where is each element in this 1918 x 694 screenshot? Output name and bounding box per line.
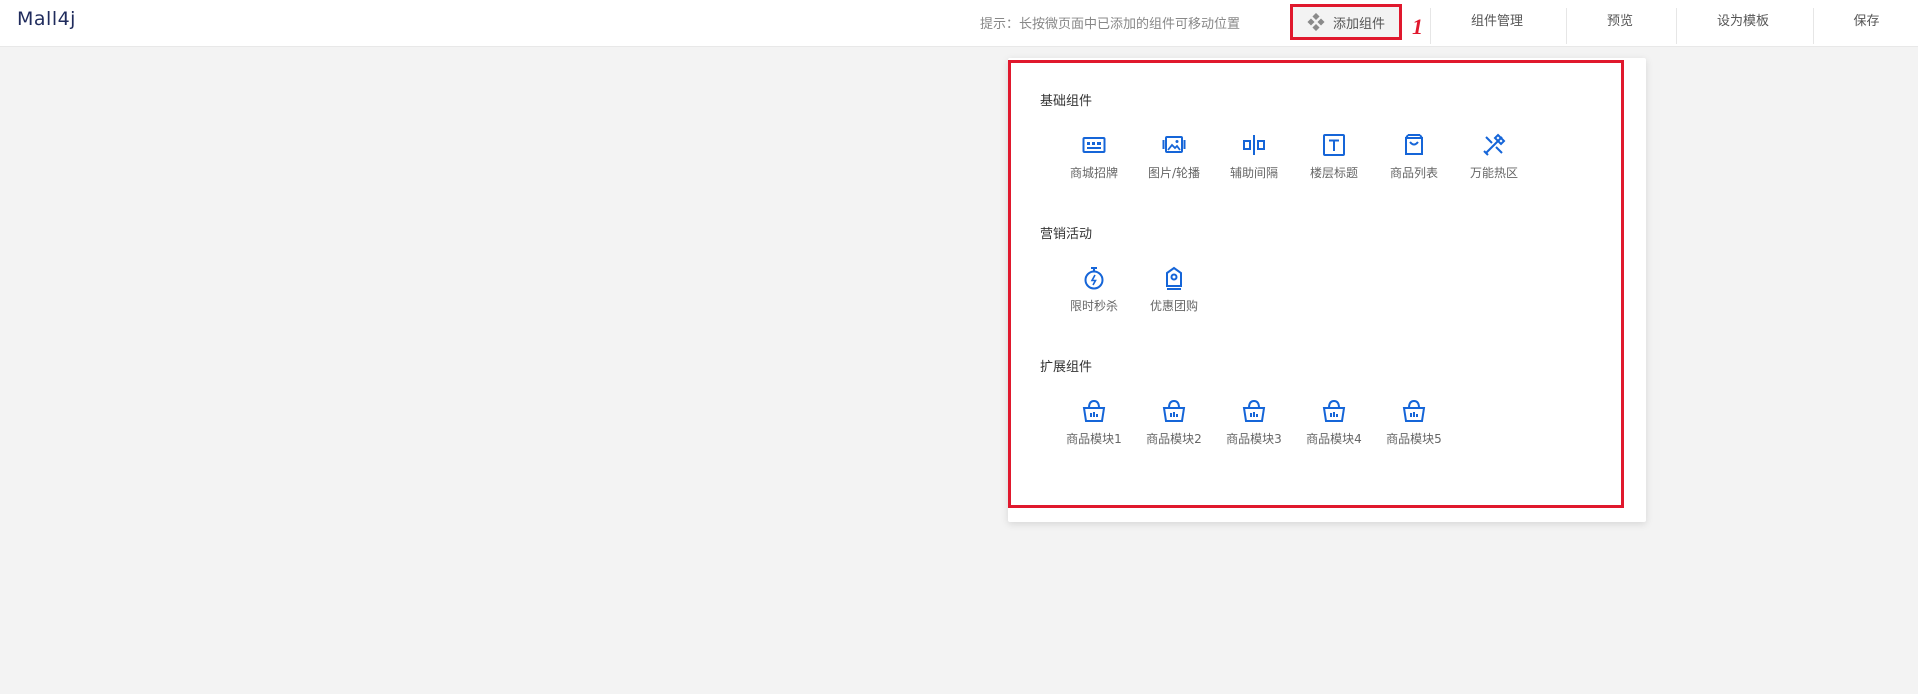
component-product-list[interactable]: 商品列表 (1374, 132, 1454, 181)
section-marketing: 营销活动 限时秒杀 优惠团购 (1040, 225, 1600, 314)
component-label: 商品模块5 (1386, 432, 1442, 446)
nav-divider (1676, 8, 1677, 44)
component-label: 商品模块1 (1066, 432, 1122, 446)
component-product-module-5[interactable]: 商品模块5 (1374, 398, 1454, 447)
section-title: 基础组件 (1040, 94, 1093, 109)
component-label: 万能热区 (1469, 166, 1518, 180)
component-label: 辅助间隔 (1229, 166, 1278, 180)
shopping-bag-icon (1401, 132, 1427, 158)
basket-icon (1321, 398, 1347, 424)
storefront-sign-icon (1081, 132, 1107, 158)
group-buy-tag-icon (1161, 265, 1187, 291)
basket-icon (1241, 398, 1267, 424)
basket-icon (1161, 398, 1187, 424)
section-title: 扩展组件 (1040, 360, 1093, 375)
image-carousel-icon (1161, 132, 1187, 158)
save-button[interactable]: 保存 (1815, 0, 1918, 46)
text-title-icon (1321, 132, 1347, 158)
spacer-icon (1241, 132, 1267, 158)
component-label: 商品模块3 (1226, 432, 1282, 446)
component-group-buy[interactable]: 优惠团购 (1134, 265, 1214, 314)
component-label: 商品模块4 (1306, 432, 1362, 446)
section-basic-components: 基础组件 商城招牌 图片/轮播 辅助间隔 楼层标题 商品列表 万能热区 (1040, 92, 1600, 181)
component-label: 商品列表 (1389, 166, 1438, 180)
nav-divider (1430, 8, 1431, 44)
annotation-marker: 1 (1412, 14, 1423, 39)
section-extension-components: 扩展组件 商品模块1 商品模块2 商品模块3 商品模块4 商品模块5 (1040, 358, 1600, 447)
top-bar: Mall4j 提示：长按微页面中已添加的组件可移动位置 添加组件 1 组件管理 … (0, 0, 1918, 47)
component-label: 限时秒杀 (1069, 299, 1118, 313)
basket-icon (1081, 398, 1107, 424)
component-spacer[interactable]: 辅助间隔 (1214, 132, 1294, 181)
components-icon (1307, 13, 1325, 31)
hint-text: 提示：长按微页面中已添加的组件可移动位置 (980, 17, 1241, 32)
component-image-carousel[interactable]: 图片/轮播 (1134, 132, 1214, 181)
set-as-template-button[interactable]: 设为模板 (1678, 0, 1808, 46)
component-product-module-1[interactable]: 商品模块1 (1054, 398, 1134, 447)
basket-icon (1401, 398, 1427, 424)
component-label: 图片/轮播 (1147, 166, 1201, 180)
nav-divider (1566, 8, 1567, 44)
component-label: 商城招牌 (1069, 166, 1118, 180)
hotspot-tools-icon (1481, 132, 1507, 158)
component-hotspot[interactable]: 万能热区 (1454, 132, 1534, 181)
component-label: 商品模块2 (1146, 432, 1202, 446)
component-product-module-2[interactable]: 商品模块2 (1134, 398, 1214, 447)
component-label: 优惠团购 (1149, 299, 1198, 313)
flash-sale-timer-icon (1081, 265, 1107, 291)
add-component-button[interactable]: 添加组件 (1290, 4, 1402, 40)
component-label: 楼层标题 (1309, 166, 1358, 180)
component-storefront-sign[interactable]: 商城招牌 (1054, 132, 1134, 181)
component-management-button[interactable]: 组件管理 (1432, 0, 1562, 46)
component-flash-sale[interactable]: 限时秒杀 (1054, 265, 1134, 314)
component-product-module-4[interactable]: 商品模块4 (1294, 398, 1374, 447)
component-product-module-3[interactable]: 商品模块3 (1214, 398, 1294, 447)
section-title: 营销活动 (1040, 227, 1093, 242)
preview-button[interactable]: 预览 (1568, 0, 1672, 46)
add-component-label: 添加组件 (1332, 16, 1385, 32)
nav-divider (1813, 8, 1814, 44)
component-floor-title[interactable]: 楼层标题 (1294, 132, 1374, 181)
logo: Mall4j (17, 8, 76, 30)
